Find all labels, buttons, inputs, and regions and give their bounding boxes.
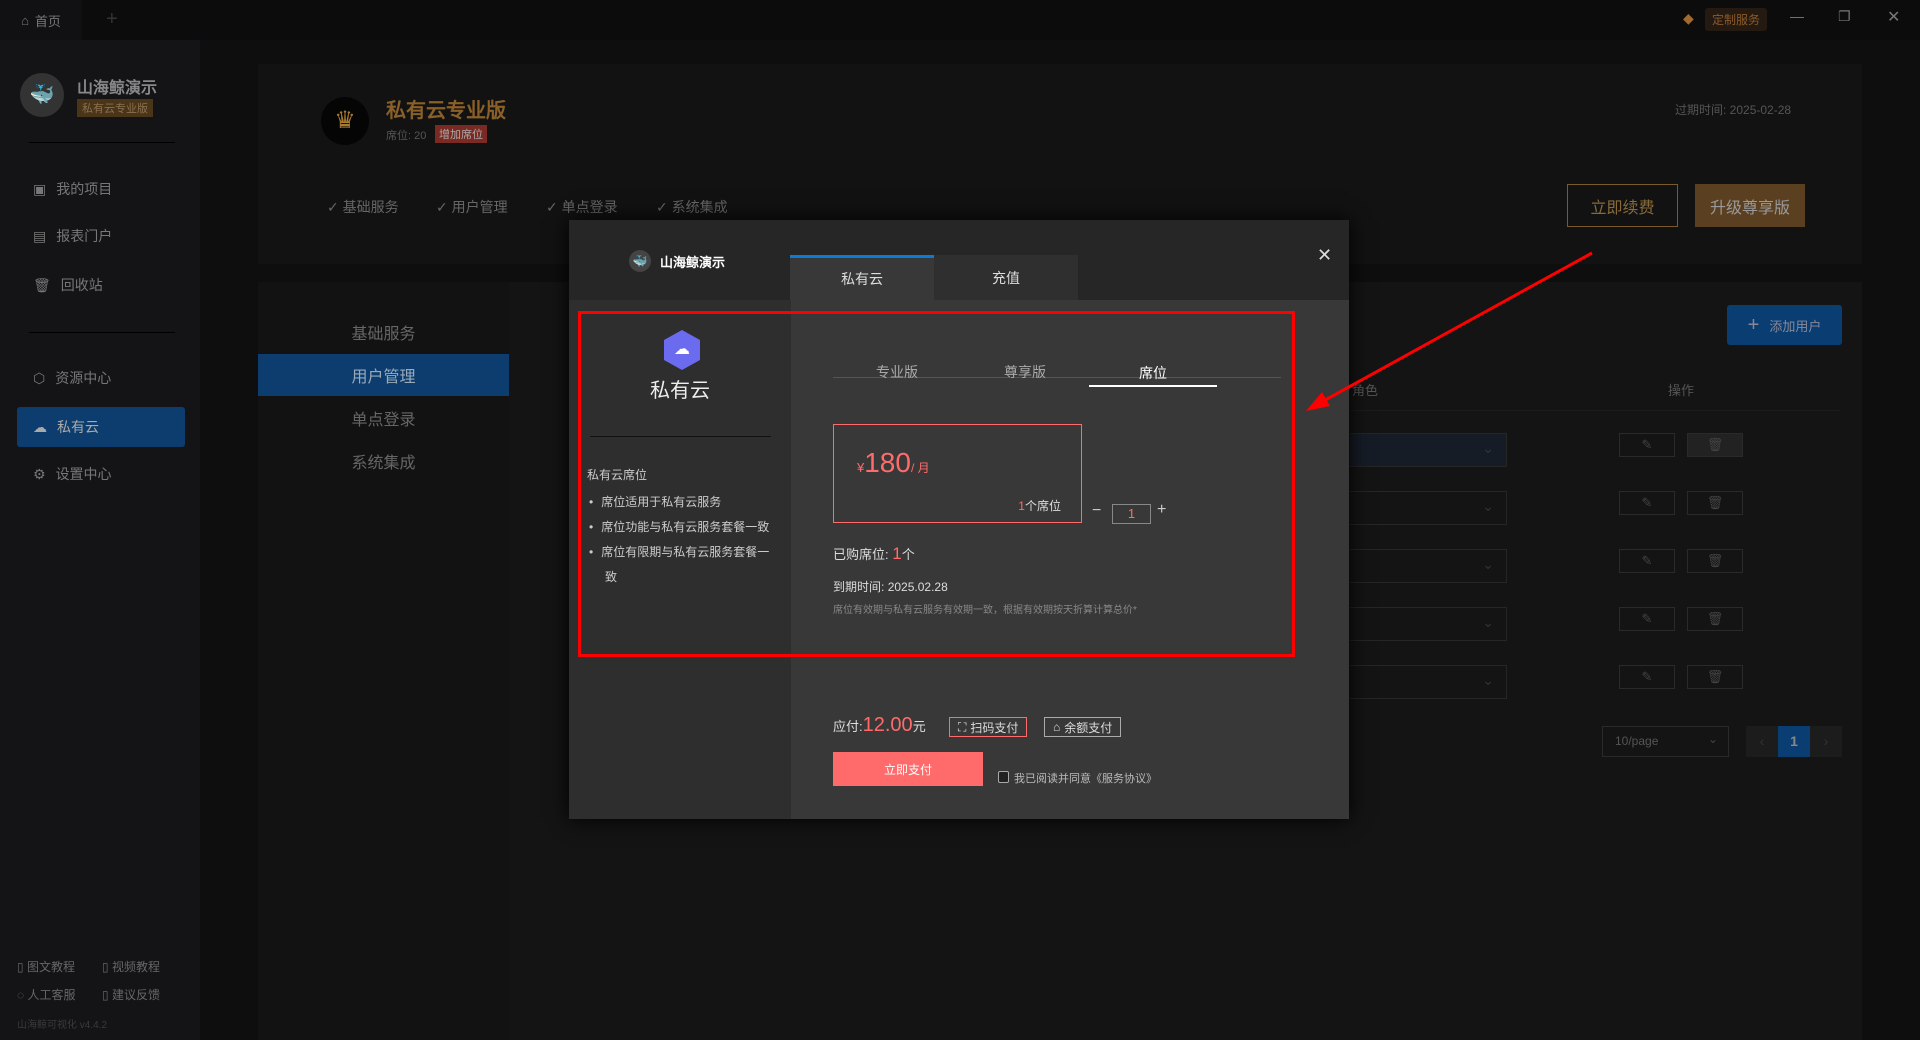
annotation-arrow <box>1306 251 1593 411</box>
